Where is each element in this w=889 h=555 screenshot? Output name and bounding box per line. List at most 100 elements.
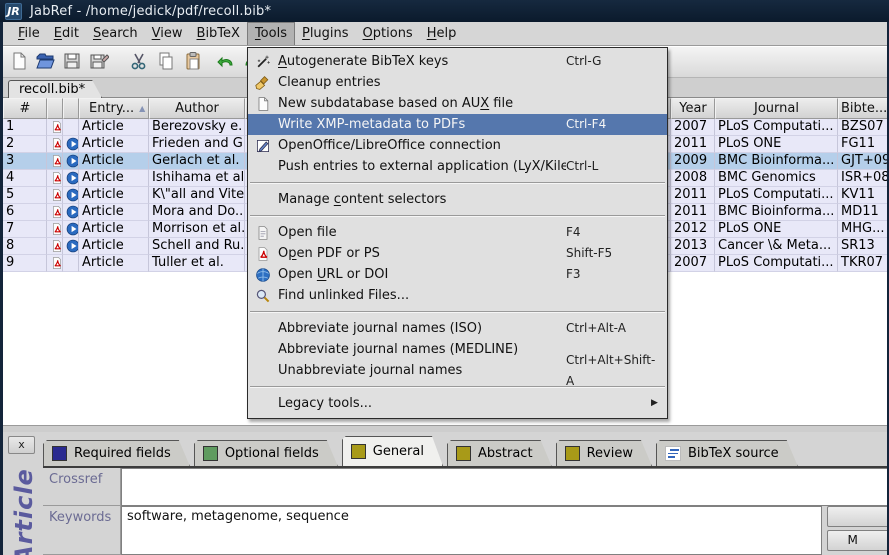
copy-button[interactable] (154, 51, 178, 75)
pdf-icon[interactable] (50, 120, 63, 134)
save-as-button[interactable] (87, 51, 111, 75)
column-header-journal[interactable]: Journal (715, 98, 838, 119)
cell-journal[interactable]: BMC Bioinforma... (715, 153, 838, 170)
cell-entrytype[interactable]: Article (79, 204, 149, 221)
cell-play[interactable] (63, 238, 79, 255)
menubar-item-tools[interactable]: Tools (247, 22, 295, 45)
crossref-field[interactable] (121, 468, 889, 506)
pdf-icon[interactable] (50, 256, 63, 270)
cell-journal[interactable]: PLoS Computati... (715, 255, 838, 272)
cell-entrytype[interactable]: Article (79, 187, 149, 204)
cell-entrytype[interactable]: Article (79, 136, 149, 153)
column-header-author[interactable]: Author (149, 98, 245, 119)
cell-author[interactable]: Frieden and G (149, 136, 245, 153)
cell-bibtexkey[interactable]: ISR+08 (838, 170, 888, 187)
menubar-item-bibtex[interactable]: BibTeX (190, 22, 247, 45)
cell-year[interactable]: 2009 (671, 153, 715, 170)
editor-tab-bibtex-source[interactable]: BibTeX source (656, 440, 798, 466)
play-icon[interactable] (66, 188, 79, 202)
cell-bibtexkey[interactable]: FG11 (838, 136, 888, 153)
menubar-item-edit[interactable]: Edit (47, 22, 86, 45)
pdf-icon[interactable] (50, 171, 63, 185)
play-icon[interactable] (66, 239, 79, 253)
cell-pdf[interactable] (47, 136, 63, 153)
cell-bibtexkey[interactable]: MD11 (838, 204, 888, 221)
cell-entrytype[interactable]: Article (79, 255, 149, 272)
open-folder-button[interactable] (33, 51, 57, 75)
cell-pdf[interactable] (47, 119, 63, 136)
cell-num[interactable]: 5 (3, 187, 47, 204)
cell-pdf[interactable] (47, 238, 63, 255)
database-tab[interactable]: recoll.bib* (8, 80, 102, 98)
cell-year[interactable]: 2011 (671, 136, 715, 153)
keywords-aux-button-1[interactable] (827, 506, 889, 527)
cell-author[interactable]: Schell and Ru. (149, 238, 245, 255)
paste-button[interactable] (181, 51, 205, 75)
cell-year[interactable]: 2007 (671, 255, 715, 272)
play-icon[interactable] (66, 137, 79, 151)
column-header-play[interactable] (63, 98, 79, 119)
column-header-year[interactable]: Year (671, 98, 715, 119)
cell-play[interactable] (63, 153, 79, 170)
cell-journal[interactable]: PLoS Computati... (715, 187, 838, 204)
play-icon[interactable] (66, 171, 79, 185)
pdf-icon[interactable] (50, 137, 63, 151)
editor-tab-optional-fields[interactable]: Optional fields (194, 440, 338, 466)
cell-pdf[interactable] (47, 170, 63, 187)
cell-entrytype[interactable]: Article (79, 238, 149, 255)
play-icon[interactable] (66, 222, 79, 236)
menubar-item-help[interactable]: Help (420, 22, 464, 45)
cell-pdf[interactable] (47, 255, 63, 272)
panel-splitter[interactable] (3, 425, 887, 432)
menu-item-push-entries-to-external-application-lyx-kile[interactable]: Push entries to external application (Ly… (248, 156, 667, 177)
cell-journal[interactable]: BMC Genomics (715, 170, 838, 187)
cell-bibtexkey[interactable]: MHG... (838, 221, 888, 238)
menu-item-find-unlinked-files[interactable]: Find unlinked Files... (248, 285, 667, 306)
menu-item-openoffice-libreoffice-connection[interactable]: OpenOffice/LibreOffice connection (248, 135, 667, 156)
menu-item-autogenerate-bibtex-keys[interactable]: Autogenerate BibTeX keysCtrl-G (248, 51, 667, 72)
menu-item-new-subdatabase-based-on-aux-file[interactable]: New subdatabase based on AUX file (248, 93, 667, 114)
cell-journal[interactable]: PLoS ONE (715, 221, 838, 238)
menu-item-open-file[interactable]: Open fileF4 (248, 222, 667, 243)
cell-author[interactable]: Gerlach et al. (149, 153, 245, 170)
menu-item-cleanup-entries[interactable]: Cleanup entries (248, 72, 667, 93)
cell-num[interactable]: 4 (3, 170, 47, 187)
menubar-item-search[interactable]: Search (86, 22, 145, 45)
cell-play[interactable] (63, 170, 79, 187)
pdf-icon[interactable] (50, 154, 63, 168)
column-header-pdf[interactable] (47, 98, 63, 119)
cell-num[interactable]: 2 (3, 136, 47, 153)
editor-tab-review[interactable]: Review (556, 440, 652, 466)
pdf-icon[interactable] (50, 239, 63, 253)
menu-item-abbreviate-journal-names-iso[interactable]: Abbreviate journal names (ISO)Ctrl+Alt-A (248, 318, 667, 339)
cell-year[interactable]: 2008 (671, 170, 715, 187)
menu-item-open-pdf-or-ps[interactable]: Open PDF or PSShift-F5 (248, 243, 667, 264)
cell-num[interactable]: 7 (3, 221, 47, 238)
cell-entrytype[interactable]: Article (79, 221, 149, 238)
menubar-item-file[interactable]: File (11, 22, 47, 45)
cell-play[interactable] (63, 221, 79, 238)
cell-num[interactable]: 6 (3, 204, 47, 221)
menubar-item-view[interactable]: View (145, 22, 190, 45)
cell-play[interactable] (63, 187, 79, 204)
cell-entrytype[interactable]: Article (79, 170, 149, 187)
menu-item-write-xmp-metadata-to-pdfs[interactable]: Write XMP-metadata to PDFsCtrl-F4 (248, 114, 667, 135)
cell-play[interactable] (63, 204, 79, 221)
close-editor-button[interactable]: x (8, 436, 35, 454)
cell-num[interactable]: 8 (3, 238, 47, 255)
cell-entrytype[interactable]: Article (79, 119, 149, 136)
column-header-entrytype[interactable]: Entry...▲ (79, 98, 149, 119)
menubar-item-options[interactable]: Options (356, 22, 420, 45)
cell-bibtexkey[interactable]: BZS07 (838, 119, 888, 136)
cell-pdf[interactable] (47, 153, 63, 170)
cell-journal[interactable]: BMC Bioinforma... (715, 204, 838, 221)
cell-year[interactable]: 2011 (671, 204, 715, 221)
keywords-field[interactable]: software, metagenome, sequence (121, 506, 822, 555)
cell-year[interactable]: 2007 (671, 119, 715, 136)
cell-entrytype[interactable]: Article (79, 153, 149, 170)
cell-bibtexkey[interactable]: TKR07 (838, 255, 888, 272)
cell-play[interactable] (63, 255, 79, 272)
cut-button[interactable] (127, 51, 151, 75)
cell-num[interactable]: 9 (3, 255, 47, 272)
menu-item-unabbreviate-journal-names[interactable]: Unabbreviate journal namesCtrl+Alt+Shift… (248, 360, 667, 381)
